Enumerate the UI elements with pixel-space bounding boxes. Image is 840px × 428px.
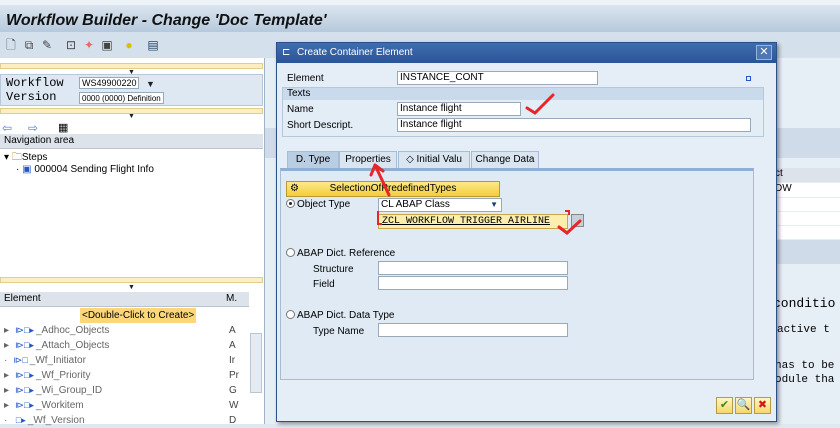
monitor-icon[interactable]: ▣	[100, 38, 114, 52]
navigation-header: Navigation area	[0, 134, 263, 149]
collapse-icon[interactable]: ▼	[128, 284, 135, 291]
highlight-corners	[377, 210, 570, 225]
grid-icon[interactable]: ▦	[58, 121, 68, 134]
list-item[interactable]: · ⧐□ _Wf_Initiator Ir	[4, 353, 235, 368]
version-select[interactable]: 0000 (0000) Definition	[79, 92, 164, 104]
text-line: conditio	[773, 296, 836, 311]
workflow-label: Workflow	[6, 76, 64, 90]
list-item[interactable]: ▸ ⧐□▸ _Wf_Priority Pr	[4, 368, 239, 383]
col-m: M.	[226, 293, 238, 304]
arrow-annotation	[369, 163, 391, 197]
text-line: has to be	[775, 360, 835, 372]
forward-icon[interactable]: ⇨	[28, 121, 38, 135]
checkmark-annotation	[525, 93, 555, 115]
col-element: Element	[4, 293, 41, 304]
list-item[interactable]: ▸ ⧐□▸ _Wi_Group_ID G	[4, 383, 237, 398]
checkmark-annotation	[557, 219, 582, 235]
back-icon[interactable]: ⇦	[2, 121, 12, 135]
list-item[interactable]: · □▸ _Wf_Version D	[4, 413, 236, 428]
title-bar: Workflow Builder - Change 'Doc Template'	[0, 0, 840, 32]
double-click-create[interactable]: <Double-Click to Create>	[80, 308, 197, 323]
copy-icon[interactable]: ⧉	[22, 38, 36, 52]
bell-icon[interactable]: ●	[122, 38, 136, 52]
new-icon[interactable]: 🗋	[4, 38, 18, 52]
edit-icon[interactable]: ✎	[40, 38, 54, 52]
table-cell: DW	[770, 183, 840, 197]
scrollbar[interactable]	[250, 333, 262, 393]
workflow-field[interactable]: WS49900220	[79, 77, 139, 89]
step-label: 000004 Sending Flight Info	[34, 164, 154, 175]
steps-label: Steps	[21, 152, 48, 163]
workflow-header-panel: Workflow WS49900220 ▼ Version 0000 (0000…	[0, 74, 263, 106]
col-header: ct	[770, 168, 840, 182]
container-header: Element M.	[0, 292, 249, 307]
text-line: active t	[777, 324, 830, 336]
list-item[interactable]: ▸ ⧐□▸ _Adhoc_Objects A	[4, 323, 236, 338]
create-container-dialog: ⊏ Create Container Element ✕ Element INST…	[276, 42, 777, 422]
left-panel: ▼ Workflow WS49900220 ▼ Version 0000 (00…	[0, 58, 265, 426]
hierarchy-icon[interactable]: ⊡	[64, 38, 78, 52]
splitter[interactable]	[0, 277, 263, 283]
list-item[interactable]: ▸ ⧐□▸ _Attach_Objects A	[4, 338, 236, 353]
list-item[interactable]: ▸ ⧐□▸ _Workitem W	[4, 398, 238, 413]
wand-icon[interactable]: ✦	[82, 38, 96, 52]
text-line: odule tha	[775, 374, 835, 386]
layout-icon[interactable]: ▤	[146, 38, 160, 52]
dropdown-icon[interactable]: ▼	[146, 79, 155, 89]
tree-step-item[interactable]: · ▣ 000004 Sending Flight Info	[16, 164, 154, 175]
collapse-icon[interactable]: ▼	[128, 113, 135, 120]
annotation-overlay	[369, 93, 582, 235]
version-label: Version	[6, 90, 57, 104]
window-title: Workflow Builder - Change 'Doc Template'	[6, 12, 327, 29]
